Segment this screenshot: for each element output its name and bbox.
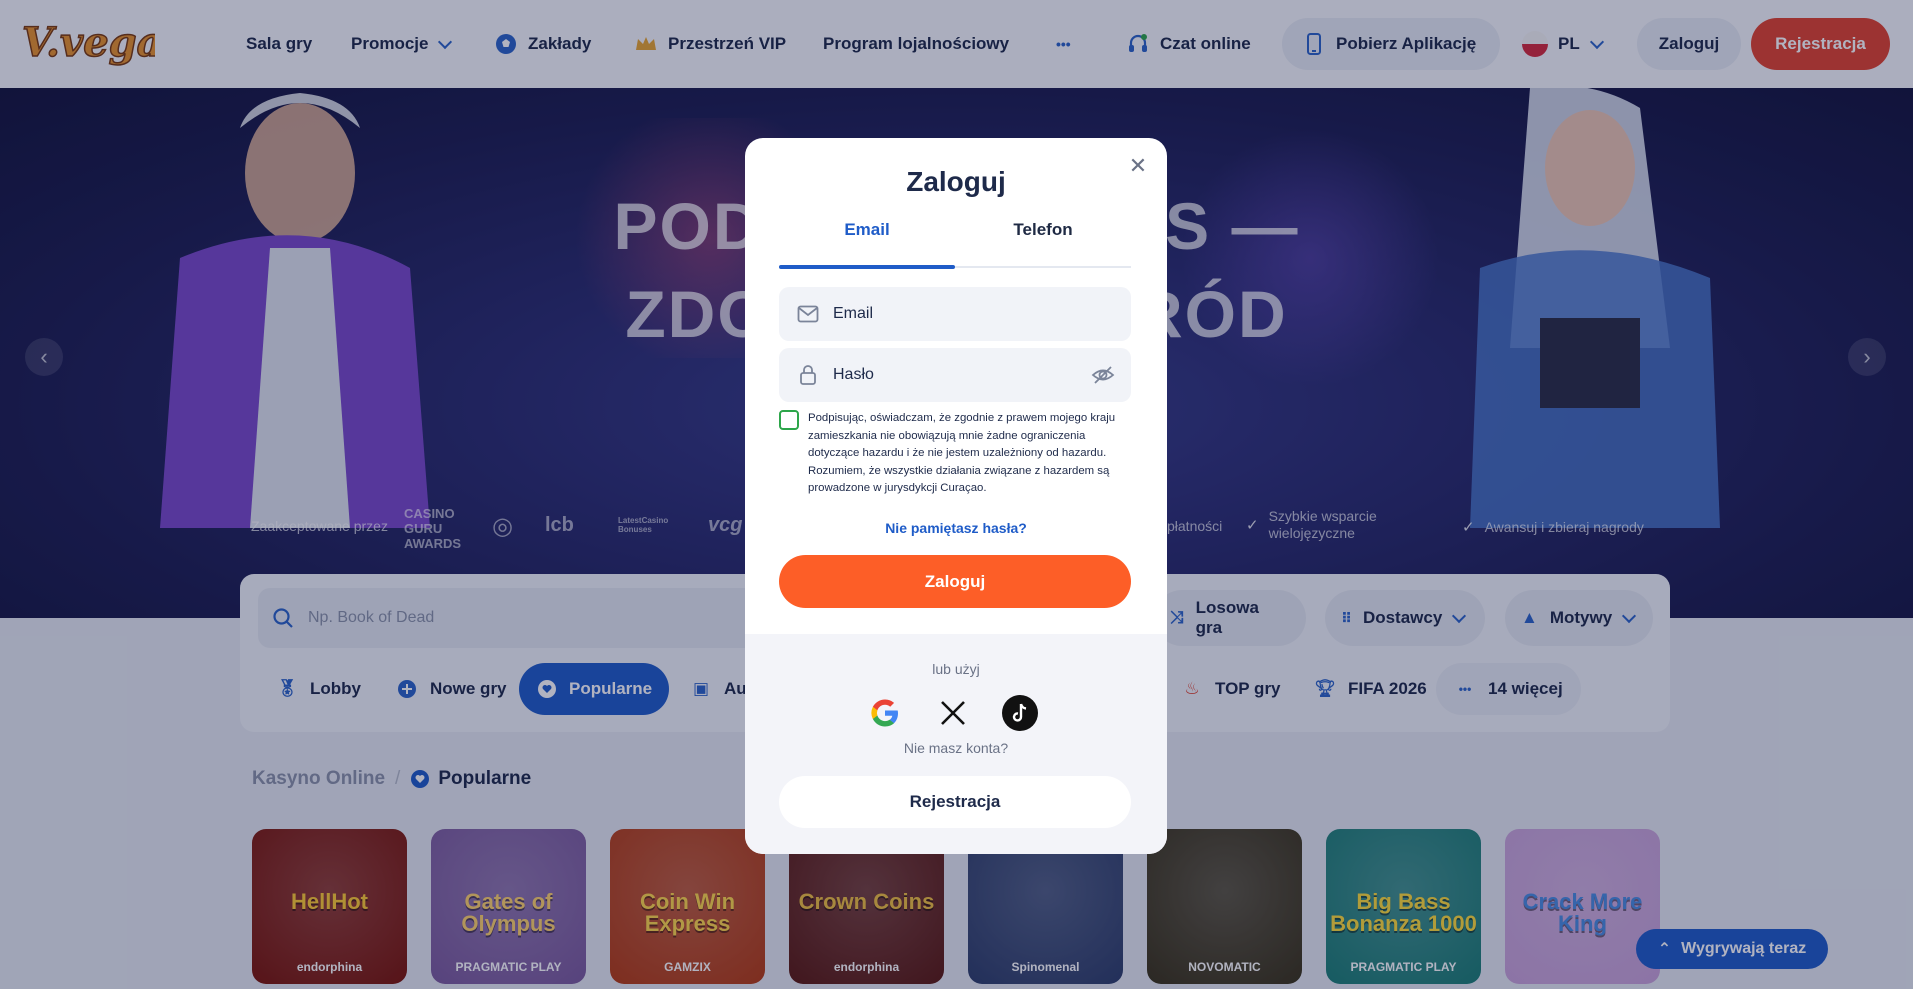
modal-register-button[interactable]: Rejestracja <box>779 776 1131 828</box>
login-button[interactable]: Zaloguj <box>779 555 1131 608</box>
email-field[interactable]: Email <box>779 287 1131 341</box>
google-icon <box>871 699 898 727</box>
active-tab-indicator <box>779 265 955 269</box>
password-placeholder: Hasło <box>833 366 874 383</box>
terms-text: Podpisując, oświadczam, że zgodnie z pra… <box>808 412 1116 495</box>
password-field[interactable]: Hasło <box>779 348 1131 402</box>
lock-icon <box>797 364 819 386</box>
x-login-button[interactable] <box>934 694 972 732</box>
email-placeholder: Email <box>833 305 874 322</box>
x-icon <box>941 701 965 725</box>
forgot-password-link[interactable]: Nie pamiętasz hasła? <box>745 520 1167 536</box>
tiktok-login-button[interactable] <box>1001 694 1039 732</box>
eye-off-icon[interactable] <box>1091 363 1115 387</box>
terms-checkbox[interactable] <box>779 410 799 430</box>
tab-email[interactable]: Email <box>779 220 955 260</box>
tab-phone[interactable]: Telefon <box>955 220 1131 260</box>
modal-register-label: Rejestracja <box>909 792 1001 811</box>
no-account-label: Nie masz konta? <box>903 740 1009 756</box>
or-use-label: lub użyj <box>932 661 980 677</box>
close-button[interactable]: ✕ <box>1126 153 1150 178</box>
close-icon: ✕ <box>1128 153 1148 178</box>
tiktok-icon <box>1002 695 1038 731</box>
login-button-label: Zaloguj <box>924 571 986 591</box>
modal-title: Zaloguj <box>906 166 1006 197</box>
envelope-icon <box>797 303 819 325</box>
google-login-button[interactable] <box>866 694 904 732</box>
login-modal: Zaloguj ✕ Email Telefon Email Hasło Podp… <box>745 138 1167 854</box>
